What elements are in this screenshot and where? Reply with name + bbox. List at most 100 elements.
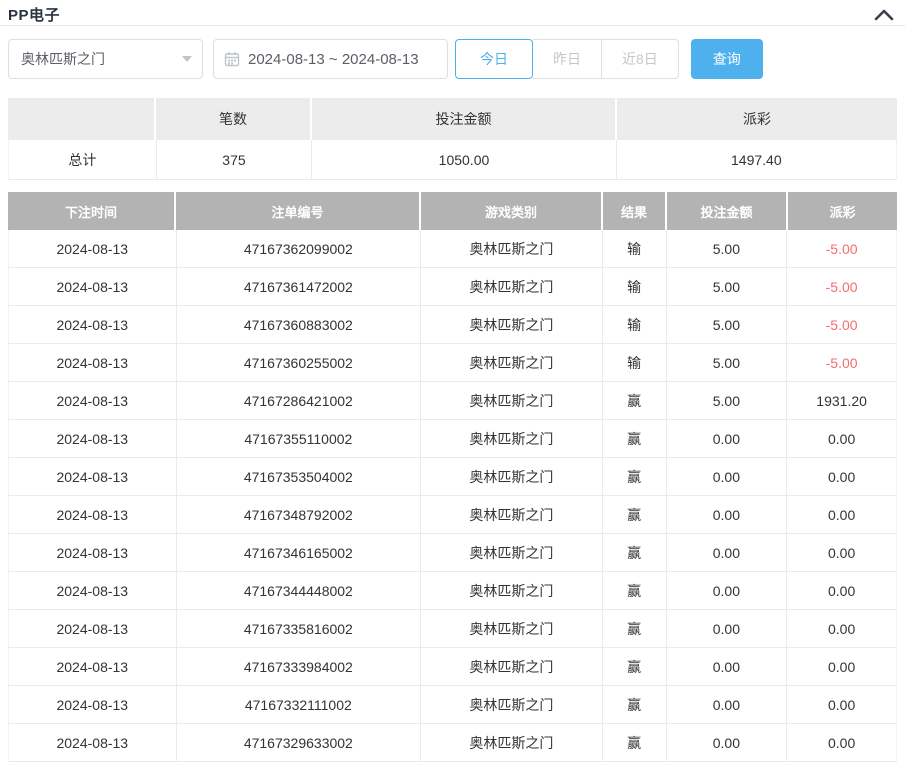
bet-time-cell: 2024-08-13 [9,230,177,267]
result-cell: 输 [603,230,667,267]
bet-time-cell: 2024-08-13 [9,534,177,571]
bet-amount-cell: 5.00 [667,306,788,343]
date-quick-button-group: 今日昨日近8日 [455,39,679,79]
bet-time-cell: 2024-08-13 [9,306,177,343]
summary-header-cell: 派彩 [617,98,897,140]
payout-cell: 0.00 [787,572,896,609]
bets-table: 下注时间注单编号游戏类别结果投注金额派彩 2024-08-13471673620… [8,192,897,762]
game-type-cell: 奥林匹斯之门 [421,420,603,457]
payout-cell: 0.00 [787,496,896,533]
bet-amount-cell: 0.00 [667,496,788,533]
game-type-cell: 奥林匹斯之门 [421,230,603,267]
pp-games-panel: PP电子 奥林匹斯之门 [0,0,905,766]
order-no-cell: 47167332111002 [177,686,421,723]
bets-table-header: 下注时间注单编号游戏类别结果投注金额派彩 [8,192,897,230]
order-no-cell: 47167361472002 [177,268,421,305]
order-no-cell: 47167353504002 [177,458,421,495]
bet-time-cell: 2024-08-13 [9,420,177,457]
game-type-cell: 奥林匹斯之门 [421,344,603,381]
table-row: 2024-08-1347167353504002奥林匹斯之门赢0.000.00 [8,458,897,496]
game-type-cell: 奥林匹斯之门 [421,306,603,343]
order-no-cell: 47167346165002 [177,534,421,571]
panel-title: PP电子 [8,4,60,25]
bet-time-cell: 2024-08-13 [9,496,177,533]
order-no-cell: 47167344448002 [177,572,421,609]
bet-amount-cell: 0.00 [667,610,788,647]
bet-amount-cell: 0.00 [667,648,788,685]
game-type-cell: 奥林匹斯之门 [421,458,603,495]
chevron-down-icon [182,56,192,62]
bet-time-cell: 2024-08-13 [9,648,177,685]
summary-header-cell: 笔数 [156,98,312,140]
summary-total-label: 总计 [9,140,157,179]
bet-time-cell: 2024-08-13 [9,268,177,305]
summary-total-count: 375 [157,140,313,179]
result-cell: 赢 [603,686,667,723]
bet-amount-cell: 0.00 [667,458,788,495]
date-range-picker[interactable]: 2024-08-13 ~ 2024-08-13 [213,39,448,79]
table-row: 2024-08-1347167362099002奥林匹斯之门输5.00-5.00 [8,230,897,268]
game-type-cell: 奥林匹斯之门 [421,268,603,305]
bet-time-cell: 2024-08-13 [9,344,177,381]
result-cell: 赢 [603,572,667,609]
summary-table-header: 笔数投注金额派彩 [8,98,897,140]
bets-table-body: 2024-08-1347167362099002奥林匹斯之门输5.00-5.00… [8,230,897,762]
order-no-cell: 47167360883002 [177,306,421,343]
summary-total-row: 总计 375 1050.00 1497.40 [8,140,897,180]
header-cell-game-type: 游戏类别 [421,192,603,230]
bet-amount-cell: 0.00 [667,420,788,457]
payout-cell: 0.00 [787,648,896,685]
order-no-cell: 47167333984002 [177,648,421,685]
table-row: 2024-08-1347167355110002奥林匹斯之门赢0.000.00 [8,420,897,458]
table-row: 2024-08-1347167335816002奥林匹斯之门赢0.000.00 [8,610,897,648]
table-row: 2024-08-1347167344448002奥林匹斯之门赢0.000.00 [8,572,897,610]
bet-time-cell: 2024-08-13 [9,686,177,723]
table-row: 2024-08-1347167332111002奥林匹斯之门赢0.000.00 [8,686,897,724]
chevron-up-icon[interactable] [873,6,895,24]
bet-amount-cell: 5.00 [667,268,788,305]
bet-amount-cell: 0.00 [667,572,788,609]
query-button[interactable]: 查询 [691,39,763,79]
header-cell-result: 结果 [603,192,667,230]
filter-controls: 奥林匹斯之门 2024-08-13 ~ 2024-08-13 今日昨日近8 [8,39,897,79]
payout-cell: -5.00 [787,268,896,305]
payout-cell: 0.00 [787,610,896,647]
result-cell: 赢 [603,382,667,419]
table-row: 2024-08-1347167346165002奥林匹斯之门赢0.000.00 [8,534,897,572]
bet-time-cell: 2024-08-13 [9,724,177,761]
result-cell: 赢 [603,610,667,647]
result-cell: 赢 [603,458,667,495]
range-button-yesterday[interactable]: 昨日 [533,39,602,79]
header-cell-order-no: 注单编号 [176,192,421,230]
summary-header-cell [8,98,156,140]
game-select[interactable]: 奥林匹斯之门 [8,39,203,79]
bet-amount-cell: 0.00 [667,724,788,761]
order-no-cell: 47167335816002 [177,610,421,647]
bet-amount-cell: 0.00 [667,686,788,723]
bet-time-cell: 2024-08-13 [9,382,177,419]
summary-total-bet-amount: 1050.00 [312,140,616,179]
game-select-value: 奥林匹斯之门 [21,49,105,69]
game-type-cell: 奥林匹斯之门 [421,686,603,723]
order-no-cell: 47167286421002 [177,382,421,419]
payout-cell: 0.00 [787,420,896,457]
result-cell: 赢 [603,496,667,533]
table-row: 2024-08-1347167286421002奥林匹斯之门赢5.001931.… [8,382,897,420]
result-cell: 输 [603,306,667,343]
table-row: 2024-08-1347167361472002奥林匹斯之门输5.00-5.00 [8,268,897,306]
summary-header-cell: 投注金额 [312,98,617,140]
table-row: 2024-08-1347167329633002奥林匹斯之门赢0.000.00 [8,724,897,762]
table-row: 2024-08-1347167348792002奥林匹斯之门赢0.000.00 [8,496,897,534]
range-button-last-8-days[interactable]: 近8日 [602,39,679,79]
range-button-today[interactable]: 今日 [455,39,533,79]
game-type-cell: 奥林匹斯之门 [421,382,603,419]
bet-time-cell: 2024-08-13 [9,610,177,647]
header-cell-bet-amount: 投注金额 [667,192,788,230]
bet-amount-cell: 5.00 [667,382,788,419]
bet-amount-cell: 5.00 [667,344,788,381]
result-cell: 赢 [603,724,667,761]
payout-cell: 0.00 [787,534,896,571]
payout-cell: 0.00 [787,458,896,495]
game-type-cell: 奥林匹斯之门 [421,610,603,647]
date-range-value: 2024-08-13 ~ 2024-08-13 [248,51,419,68]
